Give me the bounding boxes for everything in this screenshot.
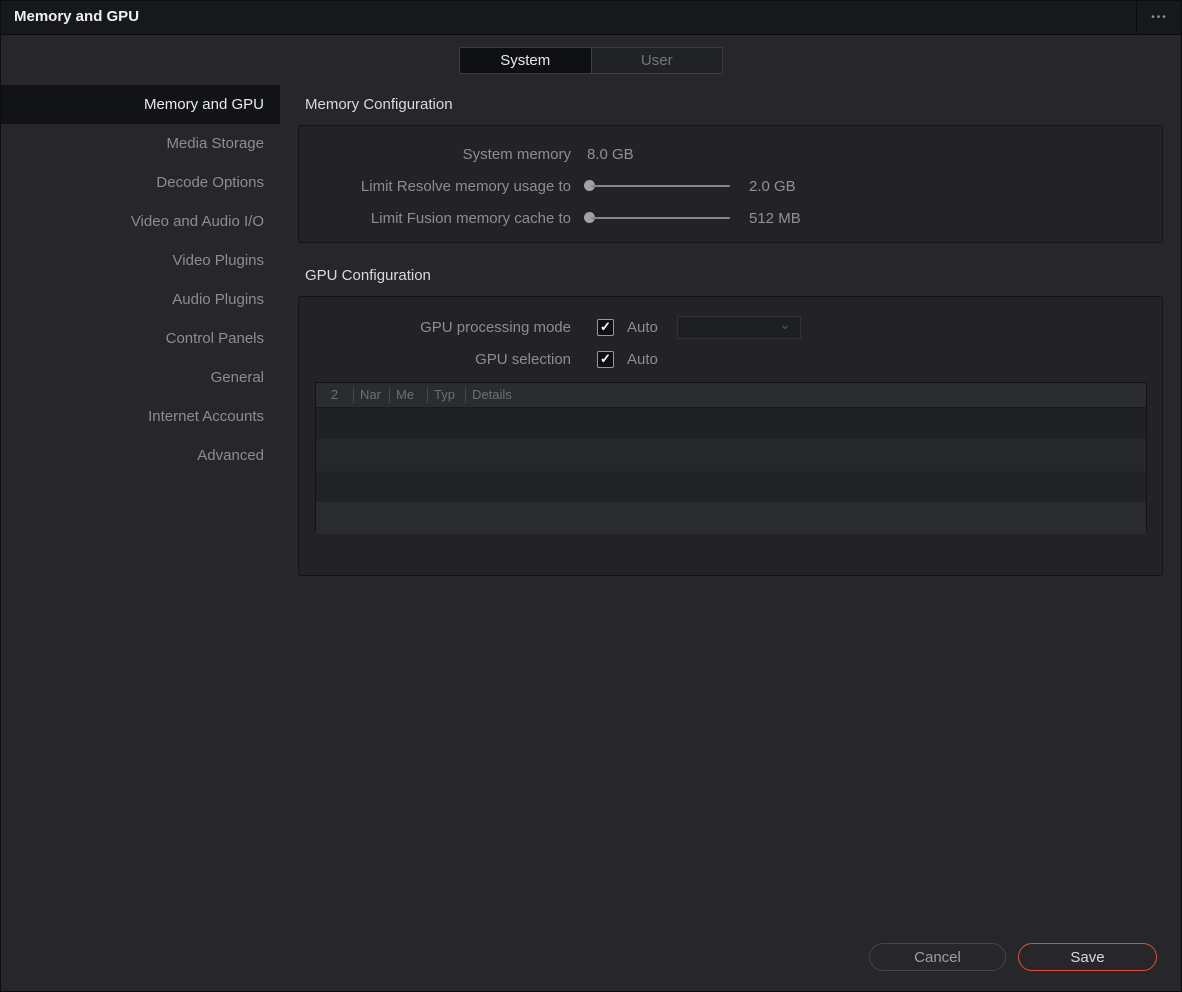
settings-scope-tabs: System User bbox=[459, 47, 723, 74]
gpu-table-header: 2 Nar Me Typ Details bbox=[316, 383, 1146, 408]
tab-user[interactable]: User bbox=[590, 48, 722, 73]
chevron-down-icon: ⌄ bbox=[779, 315, 791, 332]
column-header-details: Details bbox=[472, 387, 512, 402]
gpu-selection-label: GPU selection bbox=[475, 350, 571, 368]
gpu-table-body bbox=[316, 408, 1146, 534]
resolve-memory-limit-label: Limit Resolve memory usage to bbox=[360, 177, 571, 195]
save-button[interactable]: Save bbox=[1018, 943, 1157, 971]
fusion-cache-limit-label: Limit Fusion memory cache to bbox=[370, 209, 571, 227]
checkmark-icon: ✓ bbox=[600, 351, 611, 366]
sidebar-item-video-plugins[interactable]: Video Plugins bbox=[0, 241, 280, 280]
system-memory-row: System memory 8.0 GB bbox=[299, 138, 1162, 170]
window-title: Memory and GPU bbox=[14, 8, 140, 25]
sidebar-item-decode-options[interactable]: Decode Options bbox=[0, 163, 280, 202]
resolve-memory-limit-row: Limit Resolve memory usage to 2.0 GB bbox=[299, 170, 1162, 202]
slider-track bbox=[591, 185, 730, 187]
system-memory-value: 8.0 GB bbox=[587, 145, 634, 163]
gpu-processing-mode-auto-checkbox[interactable]: ✓ bbox=[597, 318, 614, 336]
title-bar: Memory and GPU ••• bbox=[0, 0, 1182, 35]
gpu-selection-row: GPU selection ✓ Auto bbox=[299, 343, 1162, 375]
fusion-cache-limit-row: Limit Fusion memory cache to 512 MB bbox=[299, 202, 1162, 234]
slider-track bbox=[591, 217, 730, 219]
table-row bbox=[316, 408, 1146, 439]
tab-system[interactable]: System bbox=[460, 48, 591, 73]
gpu-processing-mode-auto-label: Auto bbox=[627, 318, 658, 336]
gpu-list-table: 2 Nar Me Typ Details bbox=[315, 382, 1147, 534]
sidebar: Memory and GPU Media Storage Decode Opti… bbox=[0, 85, 280, 475]
sidebar-item-video-and-audio-io[interactable]: Video and Audio I/O bbox=[0, 202, 280, 241]
gpu-configuration-heading: GPU Configuration bbox=[305, 267, 431, 284]
column-header-type: Typ bbox=[428, 387, 466, 403]
table-row bbox=[316, 439, 1146, 471]
column-header-name: Nar bbox=[354, 387, 390, 403]
table-row bbox=[316, 471, 1146, 502]
sidebar-item-memory-and-gpu[interactable]: Memory and GPU bbox=[0, 85, 280, 124]
ellipsis-icon: ••• bbox=[1151, 11, 1168, 23]
sidebar-item-audio-plugins[interactable]: Audio Plugins bbox=[0, 280, 280, 319]
gpu-processing-mode-label: GPU processing mode bbox=[420, 318, 571, 336]
ellipsis-menu-button[interactable]: ••• bbox=[1136, 0, 1182, 34]
sidebar-item-advanced[interactable]: Advanced bbox=[0, 436, 280, 475]
sidebar-item-control-panels[interactable]: Control Panels bbox=[0, 319, 280, 358]
gpu-processing-mode-dropdown[interactable]: ⌄ bbox=[676, 315, 801, 339]
table-row bbox=[316, 502, 1146, 534]
gpu-configuration-panel: GPU processing mode ✓ Auto ⌄ GPU selecti… bbox=[298, 296, 1163, 576]
sidebar-item-general[interactable]: General bbox=[0, 358, 280, 397]
column-header-count: 2 bbox=[316, 387, 354, 403]
gpu-selection-auto-label: Auto bbox=[627, 350, 658, 368]
sidebar-item-media-storage[interactable]: Media Storage bbox=[0, 124, 280, 163]
memory-configuration-panel: System memory 8.0 GB Limit Resolve memor… bbox=[298, 125, 1163, 243]
sidebar-item-internet-accounts[interactable]: Internet Accounts bbox=[0, 397, 280, 436]
gpu-processing-mode-row: GPU processing mode ✓ Auto ⌄ bbox=[299, 311, 1162, 343]
resolve-memory-limit-slider[interactable] bbox=[584, 179, 730, 193]
fusion-cache-limit-slider[interactable] bbox=[584, 211, 730, 225]
fusion-cache-limit-value: 512 MB bbox=[749, 209, 801, 227]
resolve-memory-limit-value: 2.0 GB bbox=[749, 177, 796, 195]
column-header-memory: Me bbox=[390, 387, 428, 403]
memory-configuration-heading: Memory Configuration bbox=[305, 96, 453, 113]
checkmark-icon: ✓ bbox=[600, 319, 611, 334]
system-memory-label: System memory bbox=[462, 145, 571, 163]
cancel-button[interactable]: Cancel bbox=[869, 943, 1006, 971]
gpu-selection-auto-checkbox[interactable]: ✓ bbox=[597, 350, 614, 368]
